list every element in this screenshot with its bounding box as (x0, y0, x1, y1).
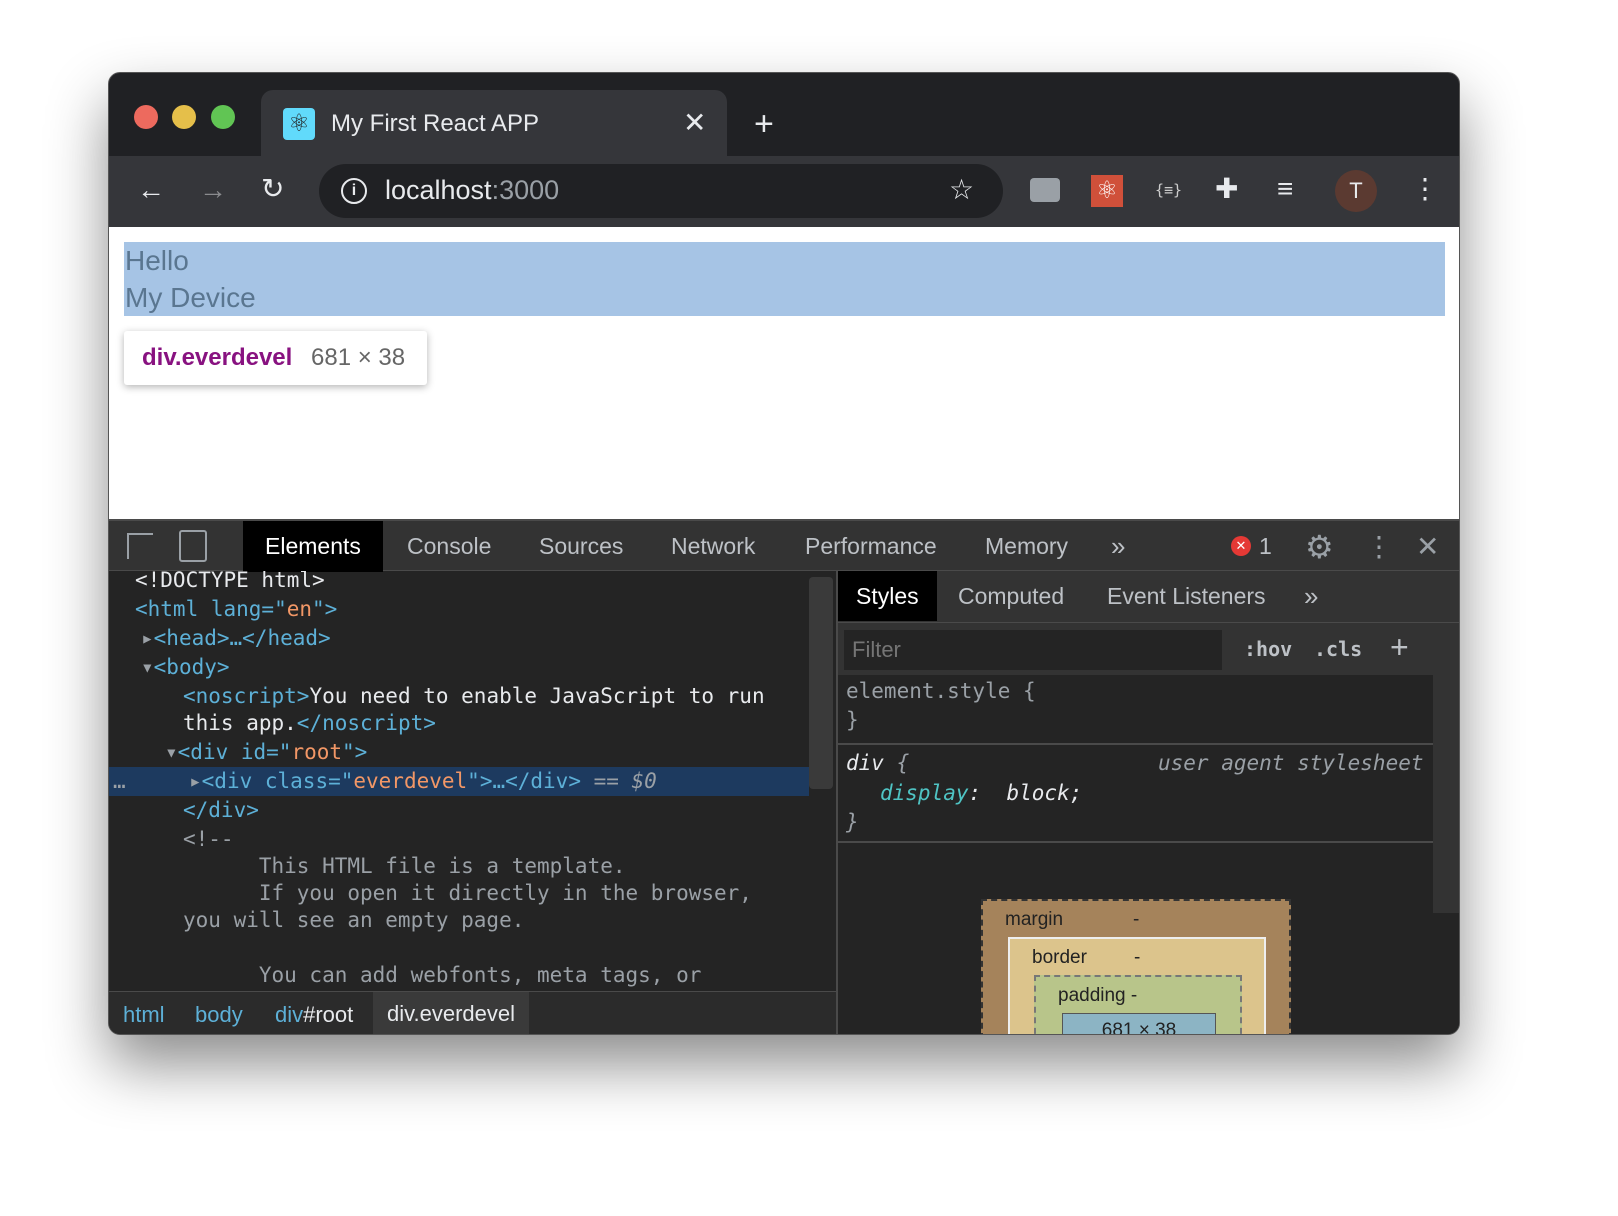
inspect-tooltip: div.everdevel 681 × 38 (124, 331, 427, 385)
dom-comment[interactable]: <!-- (109, 825, 234, 854)
tab-title: My First React APP (331, 110, 540, 137)
settings-gear-icon[interactable]: ⚙ (1305, 528, 1334, 566)
close-window-button[interactable] (134, 105, 158, 129)
toolbar: ← → ↻ i localhost:3000 ☆ ⚛ {≡} ✚ ≡ T ⋮ (109, 156, 1459, 227)
inspect-element-icon[interactable] (127, 533, 153, 559)
close-devtools-icon[interactable]: ✕ (1416, 530, 1439, 563)
rule-source[interactable]: user agent stylesheet (1158, 749, 1424, 778)
reload-icon[interactable]: ↻ (261, 175, 284, 203)
css-property[interactable]: display (880, 781, 969, 805)
tab-console[interactable]: Console (385, 521, 513, 572)
breadcrumb: html body div#root div.everdevel (109, 991, 836, 1034)
extensions-puzzle-icon[interactable]: ✚ (1215, 175, 1238, 203)
close-tab-icon[interactable]: ✕ (683, 106, 706, 139)
tab-event-listeners[interactable]: Event Listeners (1089, 571, 1284, 621)
dom-comment: This HTML file is a template. (183, 854, 626, 878)
error-icon[interactable]: ✕ (1231, 536, 1251, 556)
dom-line[interactable]: </div> (109, 796, 259, 825)
css-value[interactable]: block; (994, 781, 1082, 805)
profile-avatar[interactable]: T (1335, 170, 1377, 212)
rule-close-brace: } (846, 708, 859, 732)
dom-comment: You can add webfonts, meta tags, or (183, 963, 702, 987)
dom-tree: <!DOCTYPE html> <html lang="en"> ▸<head>… (109, 571, 836, 991)
box-model-content: 681 × 38 (1062, 1013, 1216, 1034)
dom-line[interactable]: this app.</noscript> (109, 709, 436, 738)
breadcrumb-everdevel[interactable]: div.everdevel (373, 992, 529, 1034)
new-tab-icon[interactable]: + (754, 107, 774, 141)
highlighted-element: Hello My Device (124, 242, 1445, 316)
browser-tab[interactable]: ⚛ My First React APP ✕ (261, 90, 727, 156)
address-bar[interactable]: i localhost:3000 ☆ (319, 164, 1003, 218)
devtools-tabbar: Elements Console Sources Network Perform… (109, 519, 1459, 572)
tab-styles[interactable]: Styles (838, 571, 937, 621)
minimize-window-button[interactable] (172, 105, 196, 129)
breadcrumb-html[interactable]: html (123, 1002, 165, 1028)
dom-line[interactable]: <html lang="en"> (109, 595, 337, 624)
rule-close-brace: } (846, 810, 859, 834)
element-style-rule[interactable]: element.style { (838, 677, 1036, 706)
dom-line[interactable]: <noscript>You need to enable JavaScript … (109, 682, 765, 711)
dom-line[interactable]: ▾<div id="root"> (109, 738, 367, 767)
browser-window: ⚛ My First React APP ✕ + ← → ↻ i localho… (108, 72, 1460, 1035)
hov-toggle[interactable]: :hov (1244, 637, 1292, 661)
info-icon[interactable]: i (341, 178, 367, 204)
dom-line[interactable]: ▾<body> (109, 653, 230, 682)
breadcrumb-body[interactable]: body (195, 1002, 243, 1028)
cls-toggle[interactable]: .cls (1314, 637, 1362, 661)
tab-sources[interactable]: Sources (517, 521, 645, 572)
breadcrumb-div[interactable]: div (275, 1002, 303, 1027)
camera-extension-icon[interactable] (1030, 178, 1060, 202)
devtools-menu-icon[interactable]: ⋮ (1365, 530, 1393, 563)
tab-memory[interactable]: Memory (963, 521, 1090, 572)
error-count[interactable]: 1 (1259, 533, 1272, 560)
dom-comment: If you open it directly in the browser, (183, 881, 752, 905)
dom-line-selected[interactable]: … ▸<div class="everdevel">…</div> == $0 (109, 767, 809, 796)
tab-network[interactable]: Network (649, 521, 777, 572)
hello-text: Hello (125, 245, 189, 276)
url-host: localhost (385, 175, 492, 205)
more-side-tabs-button[interactable]: » (1286, 571, 1336, 621)
forward-icon[interactable]: → (199, 176, 227, 204)
device-text: My Device (125, 282, 256, 313)
json-extension-icon[interactable]: {≡} (1155, 181, 1182, 199)
tab-computed[interactable]: Computed (940, 571, 1082, 621)
tab-performance[interactable]: Performance (783, 521, 959, 572)
rule-selector[interactable]: div (846, 751, 884, 775)
styles-filter-input[interactable] (844, 630, 1222, 670)
back-icon[interactable]: ← (137, 176, 165, 204)
media-control-icon[interactable]: ≡ (1277, 175, 1293, 203)
maximize-window-button[interactable] (211, 105, 235, 129)
box-model-margin: margin - border - padding - 681 × 38 (981, 899, 1291, 1034)
dom-comment: you will see an empty page. (183, 908, 525, 932)
bookmark-star-icon[interactable]: ☆ (949, 176, 974, 204)
box-model-padding: padding - 681 × 38 (1034, 975, 1242, 1034)
url-port: :3000 (491, 175, 560, 205)
page-viewport: Hello My Device div.everdevel 681 × 38 (109, 227, 1459, 519)
device-toolbar-icon[interactable] (179, 530, 207, 562)
react-favicon-icon: ⚛ (283, 108, 315, 140)
dom-scrollbar[interactable] (809, 577, 833, 789)
dom-line[interactable]: <!DOCTYPE html> (109, 571, 325, 595)
more-menu-icon[interactable]: ⋮ (1411, 175, 1439, 203)
breadcrumb-root[interactable]: #root (303, 1002, 353, 1027)
devtools-panel: Elements Console Sources Network Perform… (109, 519, 1459, 1034)
styles-scrollbar[interactable] (1433, 623, 1459, 913)
dom-line[interactable]: ▸<head>…</head> (109, 624, 331, 653)
tab-elements[interactable]: Elements (243, 521, 383, 572)
tooltip-size: 681 × 38 (311, 344, 406, 371)
more-tabs-button[interactable]: » (1089, 521, 1147, 572)
tooltip-selector: div.everdevel (142, 344, 293, 371)
new-rule-plus-icon[interactable]: + (1390, 629, 1409, 666)
react-devtools-extension-icon[interactable]: ⚛ (1091, 175, 1123, 207)
box-model-border: border - padding - 681 × 38 (1008, 937, 1266, 1034)
styles-pane: Styles Computed Event Listeners » :hov .… (836, 571, 1459, 1034)
